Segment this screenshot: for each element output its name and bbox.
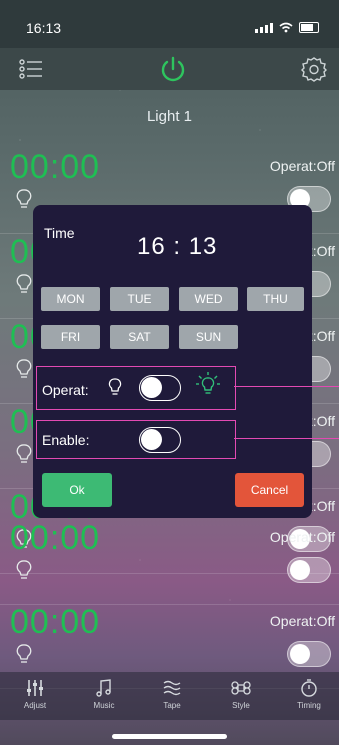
bulb-icon (16, 444, 32, 463)
status-icons (255, 22, 319, 33)
tab-bar: Adjust Music Tape Style Timing (0, 672, 339, 720)
day-fri[interactable]: FRI (41, 325, 100, 349)
screen: 16:13 Light 1 00:00 Operat:Off 00:00 Ope… (0, 0, 339, 745)
tab-timing-label: Timing (297, 701, 321, 710)
bulb-icon (16, 644, 32, 663)
tab-style[interactable]: Style (216, 677, 266, 710)
bulb-icon (16, 359, 32, 378)
timer-operat-status: Operat:Off (269, 613, 335, 629)
tab-adjust[interactable]: Adjust (10, 677, 60, 710)
day-sun[interactable]: SUN (179, 325, 238, 349)
timer-time: 00:00 (10, 148, 101, 186)
day-sat[interactable]: SAT (110, 325, 169, 349)
tape-icon (163, 680, 181, 696)
day-wed[interactable]: WED (179, 287, 238, 311)
enable-toggle[interactable] (139, 427, 181, 453)
wifi-icon (279, 22, 293, 33)
cancel-button[interactable]: Cancel (235, 473, 304, 507)
ok-button[interactable]: Ok (42, 473, 112, 507)
home-indicator (112, 734, 227, 739)
timer-row[interactable]: 00:00 Operat:Off (0, 519, 339, 605)
top-bar (0, 48, 339, 90)
timer-operat-status: Operat:Off (269, 529, 335, 545)
gear-icon[interactable] (300, 55, 328, 83)
enable-label: Enable: (42, 432, 90, 448)
tab-tape-label: Tape (163, 701, 181, 710)
tab-tape[interactable]: Tape (147, 677, 197, 710)
dialog-time-value[interactable]: 16 : 13 (137, 233, 217, 261)
status-time: 16:13 (26, 20, 62, 36)
status-bar: 16:13 (0, 0, 339, 48)
operat-pointer-line (234, 386, 339, 387)
timing-icon (301, 679, 317, 697)
tab-adjust-label: Adjust (23, 701, 47, 710)
menu-list-icon[interactable] (18, 56, 44, 82)
timer-toggle[interactable] (287, 641, 331, 667)
bulb-on-icon (196, 372, 220, 394)
style-icon (231, 681, 251, 695)
tab-timing[interactable]: Timing (284, 677, 334, 710)
timer-toggle[interactable] (287, 557, 331, 583)
day-mon[interactable]: MON (41, 287, 100, 311)
operat-toggle[interactable] (139, 375, 181, 401)
timer-dialog: Time 16 : 13 MON TUE WED THU FRI SAT SUN… (33, 205, 312, 518)
day-tue[interactable]: TUE (110, 287, 169, 311)
sliders-icon (27, 680, 43, 696)
tab-style-label: Style (232, 701, 250, 710)
enable-pointer-line (234, 438, 339, 439)
timer-time: 00:00 (10, 519, 101, 557)
bulb-icon (16, 274, 32, 293)
timer-time: 00:00 (10, 603, 101, 641)
signal-icon (255, 22, 273, 33)
bulb-icon (16, 189, 32, 208)
bulb-off-icon (108, 378, 122, 395)
tab-music-label: Music (93, 701, 115, 710)
light-title: Light 1 (146, 108, 193, 125)
dialog-time-label: Time (44, 225, 75, 241)
bulb-icon (16, 560, 32, 579)
operat-label: Operat: (42, 382, 89, 398)
timer-operat-status: Operat:Off (269, 158, 335, 174)
power-icon[interactable] (158, 54, 188, 84)
tab-music[interactable]: Music (79, 677, 129, 710)
day-thu[interactable]: THU (247, 287, 304, 311)
battery-icon (299, 22, 319, 33)
music-icon (96, 679, 111, 697)
